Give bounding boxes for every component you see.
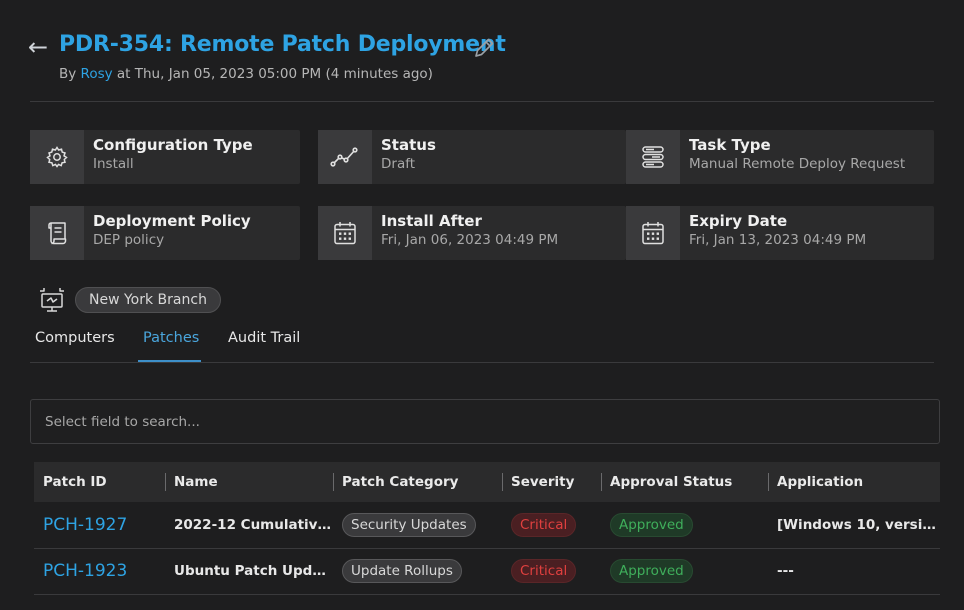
severity-badge: Critical	[511, 512, 577, 537]
search-input[interactable]	[31, 400, 939, 443]
tab-computers[interactable]: Computers	[35, 330, 115, 346]
column-header-approval-status[interactable]: Approval Status	[601, 462, 768, 502]
task-list-icon	[626, 130, 680, 184]
card-label: Expiry Date	[689, 212, 788, 230]
table-row: PCH-1923 Ubuntu Patch Update Update Roll…	[34, 548, 940, 595]
card-value: Fri, Jan 06, 2023 04:49 PM	[381, 232, 559, 248]
application-cell: [Windows 10, version 22H2]	[768, 502, 940, 549]
by-prefix: By	[59, 66, 81, 82]
gear-icon	[30, 130, 84, 184]
tab-audit-trail[interactable]: Audit Trail	[228, 330, 300, 346]
column-header-application[interactable]: Application	[768, 462, 940, 502]
trend-line-icon	[318, 130, 372, 184]
card-label: Task Type	[689, 136, 771, 154]
card-value: DEP policy	[93, 232, 165, 248]
card-expiry-date: Expiry Date Fri, Jan 13, 2023 04:49 PM	[626, 206, 934, 260]
column-header-patch-id[interactable]: Patch ID	[34, 462, 165, 502]
created-timestamp: at Thu, Jan 05, 2023 05:00 PM (4 minutes…	[112, 66, 433, 82]
card-label: Deployment Policy	[93, 212, 251, 230]
card-configuration-type: Configuration Type Install	[30, 130, 300, 184]
tab-bar: Computers Patches Audit Trail	[30, 322, 934, 363]
patch-category-cell: Update Rollups	[333, 548, 502, 595]
severity-cell: Critical	[502, 548, 601, 595]
scope-pill[interactable]: New York Branch	[75, 287, 221, 313]
category-tag: Security Updates	[342, 512, 476, 537]
severity-cell: Critical	[502, 502, 601, 549]
created-meta: By Rosy at Thu, Jan 05, 2023 05:00 PM (4…	[59, 66, 433, 82]
patch-id-link[interactable]: PCH-1923	[34, 548, 165, 595]
approval-badge: Approved	[610, 512, 693, 537]
application-cell: ---	[768, 548, 940, 595]
computer-network-icon	[38, 287, 66, 313]
card-value: Draft	[381, 156, 416, 172]
card-value: Manual Remote Deploy Request	[689, 156, 906, 172]
patch-id-link[interactable]: PCH-1927	[34, 502, 165, 549]
column-header-severity[interactable]: Severity	[502, 462, 601, 502]
card-task-type: Task Type Manual Remote Deploy Request	[626, 130, 934, 184]
author-link[interactable]: Rosy	[81, 66, 113, 82]
scroll-icon	[30, 206, 84, 260]
category-tag: Update Rollups	[342, 559, 462, 583]
edit-pencil-icon[interactable]	[471, 35, 497, 61]
card-label: Status	[381, 136, 436, 154]
table-header-row: Patch ID Name Patch Category Severity Ap…	[34, 462, 940, 502]
card-value: Install	[93, 156, 134, 172]
approval-cell: Approved	[601, 502, 768, 549]
column-header-patch-category[interactable]: Patch Category	[333, 462, 502, 502]
card-install-after: Install After Fri, Jan 06, 2023 04:49 PM	[318, 206, 626, 260]
patch-category-cell: Security Updates	[333, 502, 502, 549]
card-value: Fri, Jan 13, 2023 04:49 PM	[689, 232, 867, 248]
column-header-name[interactable]: Name	[165, 462, 333, 502]
patch-name: Ubuntu Patch Update	[165, 548, 333, 595]
card-label: Configuration Type	[93, 136, 253, 154]
tab-patches[interactable]: Patches	[143, 330, 199, 346]
severity-badge: Critical	[511, 559, 577, 583]
patches-table: Patch ID Name Patch Category Severity Ap…	[34, 462, 940, 595]
search-box	[30, 399, 940, 444]
calendar-icon	[318, 206, 372, 260]
approval-cell: Approved	[601, 548, 768, 595]
active-tab-indicator	[138, 360, 201, 362]
table-row: PCH-1927 2022-12 Cumulative Update Secur…	[34, 502, 940, 549]
approval-badge: Approved	[610, 559, 693, 583]
header-divider	[30, 101, 934, 102]
card-deployment-policy: Deployment Policy DEP policy	[30, 206, 300, 260]
calendar-icon	[626, 206, 680, 260]
patch-name: 2022-12 Cumulative Update	[165, 502, 333, 549]
back-arrow-icon[interactable]: ←	[28, 34, 48, 60]
card-label: Install After	[381, 212, 482, 230]
page-title: PDR-354: Remote Patch Deployment	[59, 32, 506, 57]
card-status: Status Draft	[318, 130, 626, 184]
